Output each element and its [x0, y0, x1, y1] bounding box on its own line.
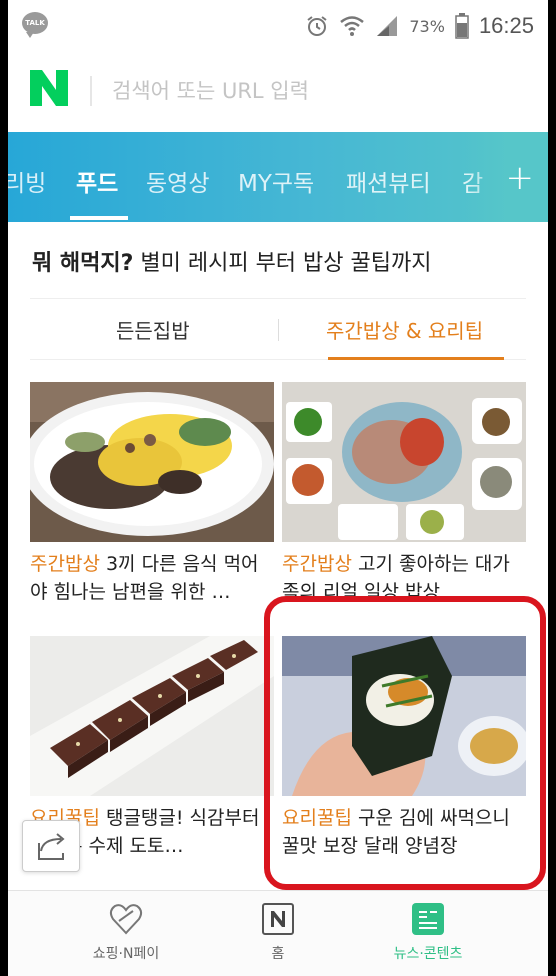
tab-video[interactable]: 동영상: [146, 164, 209, 198]
heart-pay-icon: [109, 904, 143, 935]
sub-tabs: 든든집밥 주간밥상 & 요리팁: [30, 298, 526, 360]
card-category: 주간밥상: [30, 553, 100, 575]
tab-fashion-beauty[interactable]: 패션뷰티: [346, 164, 431, 198]
content-card[interactable]: 요리꿀팁 구운 김에 싸먹으니 꿀맛 보장 달래 양념장: [282, 636, 526, 860]
active-tab-indicator: [70, 216, 128, 220]
tab-living[interactable]: 리빙: [8, 164, 46, 198]
korean-table-photo: [282, 382, 526, 542]
card-thumbnail[interactable]: [282, 636, 526, 796]
tab-food[interactable]: 푸드: [76, 164, 118, 198]
battery-icon: [455, 13, 469, 39]
card-title[interactable]: 주간밥상 고기 좋아하는 대가족의 리얼 일상 밥상: [282, 550, 526, 606]
stir-fry-egg-photo: [30, 382, 274, 542]
active-subtab-indicator: [328, 357, 504, 360]
section-headline: 뭐 해먹지? 별미 레시피 부터 밥상 꿀팁까지: [32, 245, 431, 277]
kakaotalk-notification-icon: TALK: [22, 12, 48, 38]
signal-icon: [377, 16, 398, 36]
subtab-weekly-table-tips[interactable]: 주간밥상 & 요리팁: [326, 315, 483, 344]
add-tab-plus-icon[interactable]: +: [506, 158, 535, 198]
battery-percent: 73%: [409, 16, 445, 36]
alarm-icon: [307, 16, 327, 36]
naver-n-icon: [262, 903, 294, 935]
category-tabs: 리빙 푸드 동영상 MY구독 패션뷰티 감 +: [8, 132, 548, 222]
clock: 16:25: [478, 13, 534, 38]
naver-logo[interactable]: [30, 70, 68, 106]
status-bar: TALK 73% 16:25: [8, 0, 548, 52]
headline-lead: 뭐 해먹지?: [32, 251, 134, 276]
card-category: 요리꿀팁: [282, 807, 352, 829]
news-icon: [412, 903, 444, 935]
card-thumbnail[interactable]: [30, 382, 274, 542]
share-button[interactable]: [22, 820, 80, 872]
content-card[interactable]: 주간밥상 고기 좋아하는 대가족의 리얼 일상 밥상: [282, 382, 526, 606]
subtab-home-meal[interactable]: 든든집밥: [116, 315, 190, 344]
card-category: 주간밥상: [282, 553, 352, 575]
acorn-jelly-photo: [30, 636, 274, 796]
card-title[interactable]: 요리꿀팁 구운 김에 싸먹으니 꿀맛 보장 달래 양념장: [282, 804, 526, 860]
seaweed-wrap-photo: [282, 636, 526, 796]
divider: [90, 76, 92, 106]
headline-rest: 별미 레시피 부터 밥상 꿀팁까지: [133, 251, 432, 276]
search-input[interactable]: [112, 74, 512, 108]
status-icons: 73% 16:25: [305, 10, 534, 42]
card-thumbnail[interactable]: [282, 382, 526, 542]
card-thumbnail[interactable]: [30, 636, 274, 796]
tab-my-subscription[interactable]: MY구독: [238, 164, 314, 198]
search-bar: [8, 52, 548, 132]
nav-label: 뉴스·콘텐츠: [393, 946, 463, 962]
bottom-navigation: 쇼핑·N페이 홈 뉴스·콘텐츠: [8, 890, 548, 976]
content-card[interactable]: 주간밥상 3끼 다른 음식 먹어야 힘나는 남편을 위한 …: [30, 382, 274, 606]
wifi-icon: [340, 16, 365, 36]
nav-news-contents[interactable]: 뉴스·콘텐츠: [338, 891, 518, 976]
subtab-divider: [278, 319, 279, 341]
card-title[interactable]: 주간밥상 3끼 다른 음식 먹어야 힘나는 남편을 위한 …: [30, 550, 274, 606]
phone-screen: TALK 73% 16:25 검색어 또는 URL 입력 리빙 푸드 동영상 M…: [8, 0, 548, 976]
share-arrow-icon: [38, 833, 65, 860]
